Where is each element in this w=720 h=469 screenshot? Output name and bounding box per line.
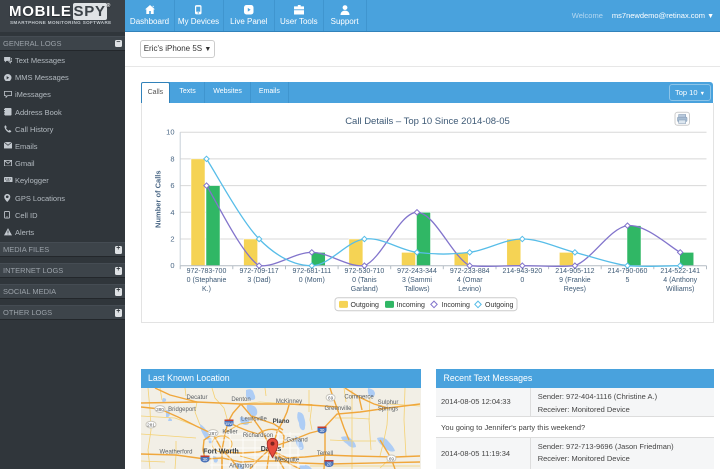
svg-text:2: 2 <box>170 234 174 243</box>
svg-text:McKinney: McKinney <box>275 399 301 405</box>
svg-text:30: 30 <box>319 428 324 433</box>
svg-text:69: 69 <box>388 457 394 462</box>
svg-text:Lewisville: Lewisville <box>241 417 267 423</box>
svg-text:0 (Mom): 0 (Mom) <box>298 277 324 284</box>
svg-text:69: 69 <box>328 396 334 401</box>
svg-text:Sulphur: Sulphur <box>377 400 398 406</box>
svg-text:Keller: Keller <box>222 430 237 436</box>
svg-text:0: 0 <box>520 277 524 284</box>
svg-text:3 (Sammi: 3 (Sammi <box>402 277 432 284</box>
svg-text:Outgoing: Outgoing <box>485 302 514 309</box>
svg-text:Reyes): Reyes) <box>563 286 585 293</box>
svg-text:Weatherford: Weatherford <box>159 450 192 456</box>
svg-text:Bridgeport: Bridgeport <box>168 407 196 413</box>
svg-text:Outgoing: Outgoing <box>350 302 379 309</box>
svg-text:214-905-112: 214-905-112 <box>555 268 594 275</box>
svg-text:4 (Anthony: 4 (Anthony <box>663 277 697 284</box>
svg-text:9 (Frankie: 9 (Frankie <box>559 277 591 284</box>
svg-text:Springs: Springs <box>377 407 397 413</box>
svg-text:20: 20 <box>326 462 331 467</box>
svg-text:Number of Calls: Number of Calls <box>153 170 162 228</box>
svg-text:Call Details – Top 10 Since 20: Call Details – Top 10 Since 2014-08-05 <box>345 116 510 127</box>
svg-text:5: 5 <box>625 277 629 284</box>
svg-text:214-943-920: 214-943-920 <box>502 268 542 275</box>
svg-text:380: 380 <box>156 407 164 412</box>
svg-text:281: 281 <box>147 423 155 428</box>
svg-text:Plano: Plano <box>272 418 289 425</box>
svg-text:972-681-111: 972-681-111 <box>292 268 331 275</box>
svg-text:4 (Omar: 4 (Omar <box>456 277 482 284</box>
svg-text:Terrell: Terrell <box>316 451 332 457</box>
svg-text:972-709-117: 972-709-117 <box>239 268 278 275</box>
svg-text:287: 287 <box>209 431 217 436</box>
svg-text:4: 4 <box>170 208 174 217</box>
svg-text:0 (Stephanie: 0 (Stephanie <box>186 277 226 284</box>
svg-text:Denton: Denton <box>231 397 250 403</box>
svg-text:Tallows): Tallows) <box>404 286 429 293</box>
svg-text:Greenville: Greenville <box>324 406 352 412</box>
svg-text:35W: 35W <box>225 421 233 426</box>
svg-text:Fort Worth: Fort Worth <box>203 449 239 456</box>
svg-text:Decatur: Decatur <box>186 395 207 401</box>
svg-text:Garland): Garland) <box>350 286 377 293</box>
svg-text:Levino): Levino) <box>458 286 481 293</box>
svg-text:972-530-710: 972-530-710 <box>344 268 384 275</box>
svg-text:Arlington: Arlington <box>229 464 253 469</box>
svg-text:3 (Dad): 3 (Dad) <box>247 277 270 284</box>
svg-text:214-522-141: 214-522-141 <box>660 268 700 275</box>
svg-text:30: 30 <box>202 457 207 462</box>
svg-text:972-233-884: 972-233-884 <box>449 268 489 275</box>
svg-text:6: 6 <box>170 181 174 190</box>
svg-text:214-790-060: 214-790-060 <box>607 268 647 275</box>
svg-text:8: 8 <box>170 154 174 163</box>
svg-text:Williams): Williams) <box>666 286 694 293</box>
svg-text:972-243-344: 972-243-344 <box>397 268 437 275</box>
svg-text:0 (Tanis: 0 (Tanis <box>352 277 377 284</box>
svg-text:Incoming: Incoming <box>396 302 425 309</box>
svg-text:K.): K.) <box>202 286 211 293</box>
svg-text:10: 10 <box>166 127 174 136</box>
svg-text:Richardson: Richardson <box>242 433 272 439</box>
svg-text:972-783-700: 972-783-700 <box>186 268 226 275</box>
svg-text:◦Garland: ◦Garland <box>284 438 307 444</box>
svg-text:Incoming: Incoming <box>441 302 470 309</box>
svg-text:0: 0 <box>170 261 174 270</box>
svg-text:Commerce: Commerce <box>344 395 374 401</box>
